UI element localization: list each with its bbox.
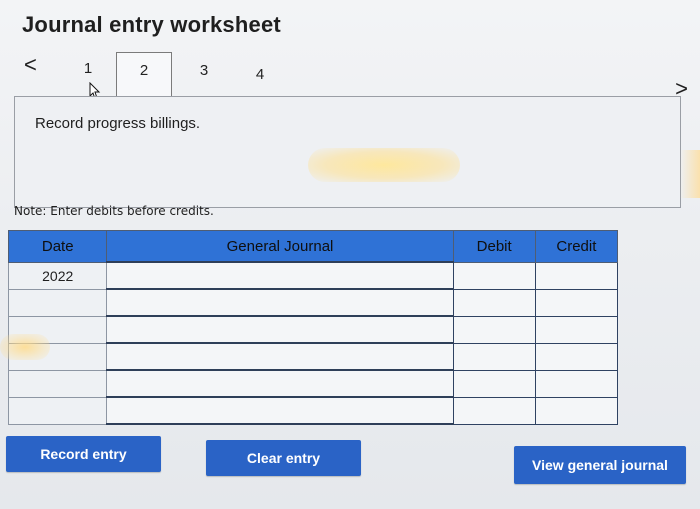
journal-entry-worksheet: Journal entry worksheet < 1 2 3 4 > Reco… bbox=[0, 0, 700, 509]
journal-row: 2022 bbox=[7, 261, 619, 290]
credit-column-header: Credit bbox=[534, 230, 619, 263]
credit-field[interactable] bbox=[534, 396, 619, 425]
debit-field[interactable] bbox=[452, 369, 536, 398]
general-journal-column-header: General Journal bbox=[106, 230, 454, 263]
credit-field[interactable] bbox=[534, 369, 619, 398]
journal-row bbox=[7, 369, 619, 398]
step-tab-3[interactable]: 3 bbox=[194, 62, 214, 79]
view-general-journal-button[interactable]: View general journal bbox=[514, 446, 686, 484]
debit-field[interactable] bbox=[452, 261, 536, 290]
journal-row bbox=[7, 342, 619, 371]
date-cell bbox=[7, 396, 108, 425]
date-cell bbox=[7, 342, 108, 371]
debit-field[interactable] bbox=[452, 396, 536, 425]
instruction-panel: Record progress billings. bbox=[14, 96, 681, 208]
credit-field[interactable] bbox=[534, 342, 619, 371]
previous-arrow-icon[interactable]: < bbox=[24, 52, 37, 78]
step-tab-1[interactable]: 1 bbox=[78, 60, 98, 77]
credit-field[interactable] bbox=[534, 261, 619, 290]
credit-field[interactable] bbox=[534, 288, 619, 317]
screen-glare bbox=[680, 150, 700, 198]
record-entry-button[interactable]: Record entry bbox=[6, 436, 161, 472]
credit-field[interactable] bbox=[534, 315, 619, 344]
debit-field[interactable] bbox=[452, 288, 536, 317]
journal-row bbox=[7, 396, 619, 425]
journal-table: Date General Journal Debit Credit 2022 bbox=[7, 230, 619, 425]
journal-row bbox=[7, 288, 619, 317]
step-tab-2[interactable]: 2 bbox=[116, 52, 172, 98]
date-cell: 2022 bbox=[7, 261, 108, 290]
instruction-text: Record progress billings. bbox=[35, 115, 201, 132]
account-field[interactable] bbox=[106, 369, 454, 398]
date-cell bbox=[7, 369, 108, 398]
journal-header-row: Date General Journal Debit Credit bbox=[7, 230, 619, 263]
account-field[interactable] bbox=[106, 342, 454, 371]
account-field[interactable] bbox=[106, 315, 454, 344]
debit-field[interactable] bbox=[452, 342, 536, 371]
step-tab-4[interactable]: 4 bbox=[250, 66, 270, 83]
debit-field[interactable] bbox=[452, 315, 536, 344]
date-value: 2022 bbox=[42, 267, 74, 284]
date-column-header: Date bbox=[7, 230, 108, 263]
clear-entry-button[interactable]: Clear entry bbox=[206, 440, 361, 476]
account-field[interactable] bbox=[106, 288, 454, 317]
date-cell bbox=[7, 315, 108, 344]
account-field[interactable] bbox=[106, 261, 454, 290]
journal-row bbox=[7, 315, 619, 344]
debit-column-header: Debit bbox=[452, 230, 536, 263]
note-text: Note: Enter debits before credits. bbox=[14, 204, 214, 218]
date-cell bbox=[7, 288, 108, 317]
account-field[interactable] bbox=[106, 396, 454, 425]
page-title: Journal entry worksheet bbox=[22, 12, 281, 37]
